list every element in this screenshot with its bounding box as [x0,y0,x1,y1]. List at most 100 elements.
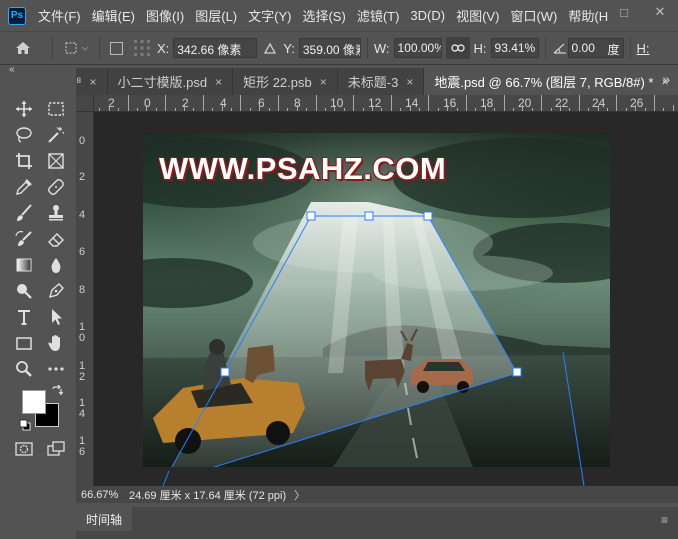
history-brush-icon[interactable] [12,228,36,250]
menu-edit[interactable]: 编辑(E) [92,6,135,25]
lasso-tool-icon[interactable] [12,124,36,146]
angle-icon [552,42,568,54]
zoom-level[interactable]: 66.67% [81,489,125,501]
brush-tool-icon[interactable] [12,202,36,224]
ruler-corner[interactable] [76,95,94,112]
delta-icon[interactable] [257,42,283,54]
tab-overflow-icon[interactable]: » [662,71,670,87]
magic-wand-icon[interactable] [44,124,68,146]
separator [366,37,368,59]
status-menu-icon[interactable]: 〉 [294,487,305,503]
ruler-tick [193,108,195,111]
frame-tool-icon[interactable] [44,150,68,172]
link-icon[interactable] [445,37,470,59]
ruler-tick [137,108,138,111]
clone-stamp-icon[interactable] [44,202,68,224]
dodge-tool-icon[interactable] [12,280,36,302]
menu-layer[interactable]: 图层(L) [195,6,237,25]
rotation-field[interactable]: 0.00 度 [567,38,624,58]
ruler-label: 1 0 [79,321,86,344]
document-canvas[interactable]: WWW.PSAHZ.COM [143,133,610,467]
pen-tool-icon[interactable] [44,280,68,302]
rectangle-tool-icon[interactable] [12,332,36,354]
menu-image[interactable]: 图像(I) [146,6,184,25]
separator [629,37,631,59]
healing-brush-icon[interactable] [44,176,68,198]
horizontal-skew-label[interactable]: H: [637,41,650,56]
eraser-tool-icon[interactable] [44,228,68,250]
x-position-field[interactable]: 342.66 像素 [173,38,258,58]
gradient-tool-icon[interactable] [12,254,36,276]
ruler-label: 18 [480,96,494,110]
transform-handle[interactable] [306,211,316,221]
ruler-tick [372,105,373,111]
reference-point-checkbox[interactable] [110,41,123,55]
eyedropper-tool-icon[interactable] [12,176,36,198]
tab-partial-label: ⁸ [76,74,82,89]
close-icon[interactable]: × [406,75,413,89]
blur-tool-icon[interactable] [44,254,68,276]
hand-tool-icon[interactable] [44,332,68,354]
vertical-ruler[interactable]: 0 2 4 6 8 1 0 1 2 1 4 1 6 [76,112,94,486]
transform-handle[interactable] [364,211,374,221]
path-selection-icon[interactable] [44,306,68,328]
panel-menu-icon[interactable]: ≡ [661,513,668,527]
ruler-tick [212,108,214,111]
close-button[interactable]: ✕ [642,0,678,24]
menu-file[interactable]: 文件(F) [38,6,81,25]
ruler-tick [560,105,561,111]
close-icon[interactable]: × [320,75,327,89]
width-field[interactable]: 100.00% [393,38,442,58]
ruler-tick [99,108,101,111]
quick-mask-icon[interactable] [12,438,36,460]
ruler-tick [259,105,261,111]
ruler-label: 10 [330,96,344,110]
transform-handle[interactable] [423,211,433,221]
tab-partial-left[interactable]: ⁸ × [76,68,108,95]
menu-filter[interactable]: 滤镜(T) [357,6,400,25]
foreground-color-swatch[interactable] [22,390,46,414]
minimize-button[interactable]: — [570,0,606,24]
close-icon[interactable]: × [89,75,96,89]
zoom-tool-icon[interactable] [12,358,36,380]
y-position-field[interactable]: 359.00 像素 [298,38,361,58]
type-tool-icon[interactable] [12,306,36,328]
tab-document-active[interactable]: 地震.psd @ 66.7% (图层 7, RGB/8#) * × [424,68,678,95]
canvas-area[interactable]: WWW.PSAHZ.COM [94,112,678,486]
marquee-tool-icon[interactable] [44,98,68,120]
menu-view[interactable]: 视图(V) [456,6,499,25]
window-controls: — □ ✕ [570,0,678,24]
ruler-label: 4 [79,209,86,221]
menu-select[interactable]: 选择(S) [302,6,345,25]
default-colors-icon[interactable] [18,418,32,432]
horizontal-ruler[interactable]: 4 2 0 2 4 6 8 10 12 14 16 18 20 22 24 26 [94,95,678,112]
maximize-button[interactable]: □ [606,0,642,24]
ruler-tick [146,105,148,111]
height-field[interactable]: 93.41% [490,38,539,58]
tab-document[interactable]: 矩形 22.psb × [233,68,338,95]
crop-tool-icon[interactable] [12,150,36,172]
ruler-tick [278,95,279,111]
ruler-tick [334,105,336,111]
menu-window[interactable]: 窗口(W) [510,6,557,25]
swap-colors-icon[interactable] [50,384,64,398]
separator [544,37,546,59]
ruler-tick [174,108,176,111]
transform-handle[interactable] [220,367,230,377]
menu-type[interactable]: 文字(Y) [248,6,291,25]
more-tools-icon[interactable] [44,358,68,380]
ruler-tick [550,108,552,111]
move-tool-icon[interactable] [12,98,36,120]
reference-point-grid-icon[interactable] [127,39,157,57]
close-icon[interactable]: × [215,75,222,89]
ruler-tick [503,95,505,111]
tab-timeline[interactable]: 时间轴 [76,507,133,531]
screen-mode-icon[interactable] [44,438,68,460]
tab-document[interactable]: 未标题-3 × [337,68,425,95]
menu-3d[interactable]: 3D(D) [410,8,445,23]
home-icon[interactable] [0,41,46,55]
ruler-tick [353,95,355,111]
transform-tool-icon[interactable] [59,40,93,56]
transform-handle[interactable] [512,367,522,377]
tab-document[interactable]: 小二寸模版.psd × [107,68,234,95]
